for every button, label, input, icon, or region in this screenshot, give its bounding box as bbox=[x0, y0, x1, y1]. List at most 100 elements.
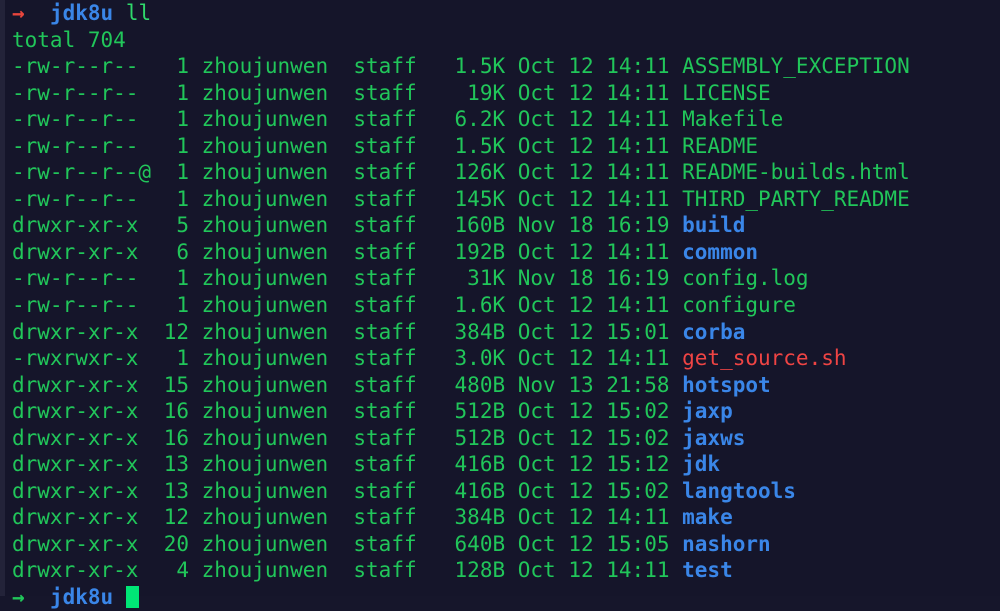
row-gap-owner bbox=[328, 505, 353, 529]
row-datetime: Oct 12 15:02 bbox=[517, 478, 683, 503]
row-size: 192B bbox=[416, 239, 518, 264]
row-link-count: 1 bbox=[151, 266, 202, 291]
row-datetime: Oct 12 14:11 bbox=[517, 293, 683, 318]
row-gap-owner bbox=[328, 399, 353, 423]
row-group: staff bbox=[353, 531, 417, 556]
listing-row: -rw-r--r-- 1 zhoujunwen staff 1.5K Oct 1… bbox=[5, 133, 1000, 160]
row-datetime: Oct 12 14:11 bbox=[517, 239, 683, 264]
row-gap-owner bbox=[328, 266, 353, 290]
row-filename: corba bbox=[682, 319, 746, 344]
row-size: 1.6K bbox=[416, 293, 518, 318]
row-filename: configure bbox=[682, 293, 796, 318]
row-group: staff bbox=[353, 346, 417, 371]
row-group: staff bbox=[353, 293, 417, 318]
prompt-line-bottom[interactable]: → jdk8u bbox=[5, 584, 1000, 611]
row-owner: zhoujunwen bbox=[201, 452, 329, 477]
row-link-count: 16 bbox=[151, 425, 202, 450]
listing-row: drwxr-xr-x 4 zhoujunwen staff 128B Oct 1… bbox=[5, 557, 1000, 584]
row-owner: zhoujunwen bbox=[201, 478, 329, 503]
row-size: 3.0K bbox=[416, 346, 518, 371]
row-gap-owner bbox=[328, 187, 353, 211]
row-gap-owner bbox=[328, 107, 353, 131]
row-owner: zhoujunwen bbox=[201, 425, 329, 450]
row-filename: jdk bbox=[682, 452, 721, 477]
row-permissions: drwxr-xr-x bbox=[12, 213, 152, 238]
listing-row: -rw-r--r-- 1 zhoujunwen staff 1.5K Oct 1… bbox=[5, 53, 1000, 80]
row-owner: zhoujunwen bbox=[201, 319, 329, 344]
row-size: 416B bbox=[416, 452, 518, 477]
row-link-count: 1 bbox=[151, 293, 202, 318]
row-filename: LICENSE bbox=[682, 80, 771, 105]
terminal-screen[interactable]: → jdk8u ll total 704 -rw-r--r-- 1 zhouju… bbox=[5, 0, 1000, 609]
row-gap-owner bbox=[328, 320, 353, 344]
row-datetime: Oct 12 15:12 bbox=[517, 452, 683, 477]
listing-row: drwxr-xr-x 13 zhoujunwen staff 416B Oct … bbox=[5, 451, 1000, 478]
row-owner: zhoujunwen bbox=[201, 346, 329, 371]
row-size: 128B bbox=[416, 558, 518, 583]
row-gap-owner bbox=[328, 54, 353, 78]
row-filename: README-builds.html bbox=[682, 160, 910, 185]
listing-row: -rw-r--r-- 1 zhoujunwen staff 1.6K Oct 1… bbox=[5, 292, 1000, 319]
row-gap-owner bbox=[328, 213, 353, 237]
row-size: 6.2K bbox=[416, 107, 518, 132]
row-datetime: Oct 12 14:11 bbox=[517, 80, 683, 105]
row-group: staff bbox=[353, 478, 417, 503]
row-gap-owner bbox=[328, 160, 353, 184]
listing-row: drwxr-xr-x 16 zhoujunwen staff 512B Oct … bbox=[5, 398, 1000, 425]
listing-row: -rw-r--r-- 1 zhoujunwen staff 6.2K Oct 1… bbox=[5, 106, 1000, 133]
row-group: staff bbox=[353, 558, 417, 583]
row-gap-owner bbox=[328, 479, 353, 503]
row-link-count: 1 bbox=[151, 346, 202, 371]
total-line-text: total 704 bbox=[12, 27, 126, 52]
row-link-count: 20 bbox=[151, 531, 202, 556]
row-filename: make bbox=[682, 505, 733, 530]
row-group: staff bbox=[353, 160, 417, 185]
row-filename: Makefile bbox=[682, 107, 784, 132]
row-link-count: 13 bbox=[151, 452, 202, 477]
row-link-count: 1 bbox=[151, 186, 202, 211]
row-permissions: -rw-r--r-- bbox=[12, 107, 152, 132]
total-line: total 704 bbox=[5, 27, 1000, 54]
row-link-count: 4 bbox=[151, 558, 202, 583]
row-permissions: drwxr-xr-x bbox=[12, 531, 152, 556]
row-owner: zhoujunwen bbox=[201, 399, 329, 424]
prompt-arrow-icon: → bbox=[12, 585, 25, 610]
row-owner: zhoujunwen bbox=[201, 80, 329, 105]
prompt-gap-top bbox=[113, 1, 126, 25]
row-filename: test bbox=[682, 558, 733, 583]
listing-row: drwxr-xr-x 16 zhoujunwen staff 512B Oct … bbox=[5, 425, 1000, 452]
row-owner: zhoujunwen bbox=[201, 558, 329, 583]
row-group: staff bbox=[353, 319, 417, 344]
terminal-window[interactable]: → jdk8u ll total 704 -rw-r--r-- 1 zhouju… bbox=[0, 0, 1000, 609]
row-permissions: -rw-r--r-- bbox=[12, 186, 152, 211]
prompt-cwd-top: jdk8u bbox=[49, 1, 114, 25]
row-datetime: Oct 12 14:11 bbox=[517, 505, 683, 530]
row-filename: jaxws bbox=[682, 425, 746, 450]
row-size: 512B bbox=[416, 425, 518, 450]
row-size: 19K bbox=[416, 80, 518, 105]
row-filename: hotspot bbox=[682, 372, 771, 397]
row-owner: zhoujunwen bbox=[201, 239, 329, 264]
row-permissions: drwxr-xr-x bbox=[12, 558, 152, 583]
row-permissions: -rw-r--r--@ bbox=[12, 160, 152, 185]
row-group: staff bbox=[353, 372, 417, 397]
row-size: 126K bbox=[416, 160, 518, 185]
row-datetime: Oct 12 14:11 bbox=[517, 346, 683, 371]
row-gap-owner bbox=[328, 293, 353, 317]
listing-row: -rw-r--r--@ 1 zhoujunwen staff 126K Oct … bbox=[5, 159, 1000, 186]
row-group: staff bbox=[353, 425, 417, 450]
row-permissions: -rw-r--r-- bbox=[12, 54, 152, 79]
listing-row: drwxr-xr-x 13 zhoujunwen staff 416B Oct … bbox=[5, 478, 1000, 505]
row-gap-owner bbox=[328, 426, 353, 450]
row-link-count: 15 bbox=[151, 372, 202, 397]
row-link-count: 6 bbox=[151, 239, 202, 264]
row-filename: langtools bbox=[682, 478, 796, 503]
row-link-count: 5 bbox=[151, 213, 202, 238]
row-filename: build bbox=[682, 213, 746, 238]
row-datetime: Oct 12 15:01 bbox=[517, 319, 683, 344]
row-permissions: -rw-r--r-- bbox=[12, 266, 152, 291]
listing-row: drwxr-xr-x 5 zhoujunwen staff 160B Nov 1… bbox=[5, 212, 1000, 239]
listing-row: -rwxrwxr-x 1 zhoujunwen staff 3.0K Oct 1… bbox=[5, 345, 1000, 372]
prompt-cwd-bottom: jdk8u bbox=[49, 585, 114, 610]
row-permissions: drwxr-xr-x bbox=[12, 399, 152, 424]
